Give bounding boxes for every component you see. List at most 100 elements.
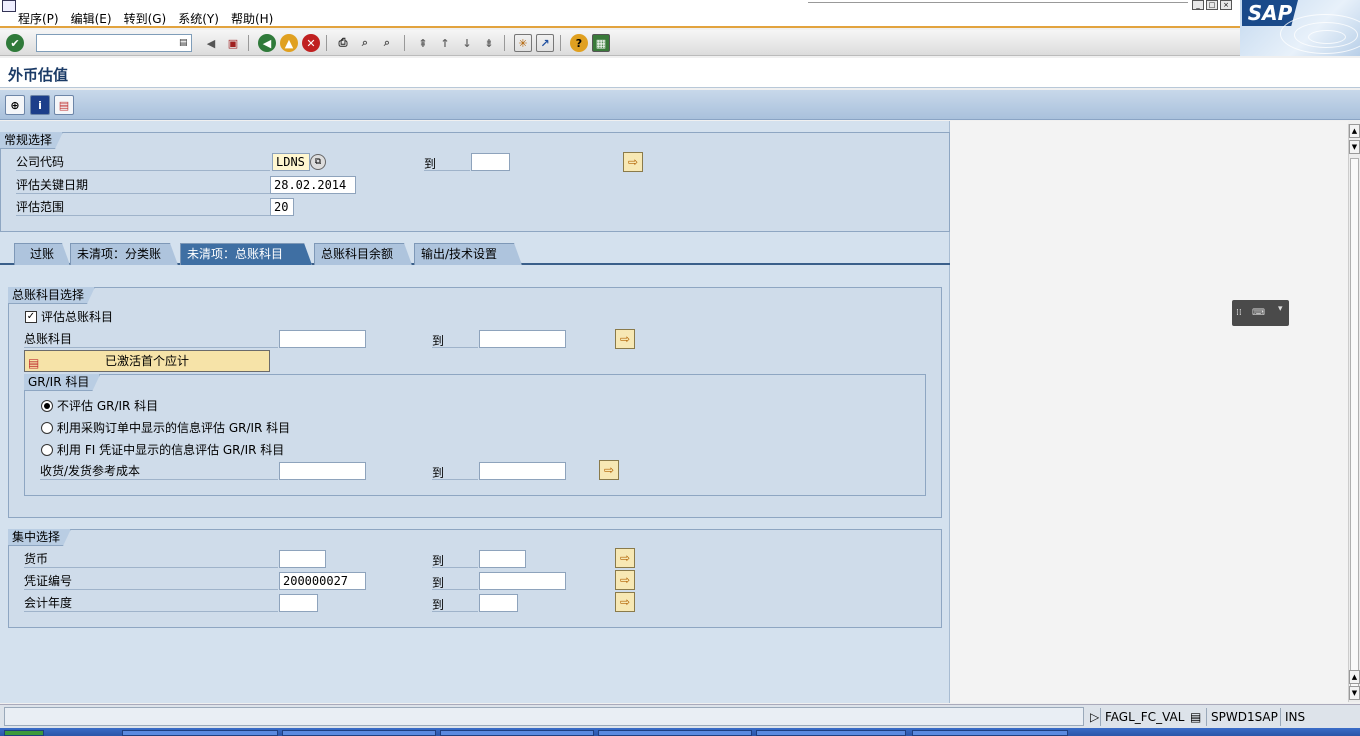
last-page-icon[interactable]: ⇟ xyxy=(480,34,498,52)
taskbar-item[interactable] xyxy=(282,730,436,736)
gl-account-to-field[interactable] xyxy=(479,330,566,348)
group-caption: 常规选择 xyxy=(0,132,63,149)
restore-icon[interactable]: □ xyxy=(1206,0,1218,10)
fiscal-year-label: 会计年度 xyxy=(24,594,278,612)
first-page-icon[interactable]: ⇞ xyxy=(414,34,432,52)
key-date-field[interactable]: 28.02.2014 xyxy=(270,176,356,194)
page-title: 外币估值 xyxy=(8,66,69,84)
document-number-label: 凭证编号 xyxy=(24,572,278,590)
prev-page-icon[interactable]: ↑ xyxy=(436,34,454,52)
menu-edit[interactable]: 编辑(E) xyxy=(71,10,112,27)
grir-option-label: 不评估 GR/IR 科目 xyxy=(57,399,159,413)
menu-bar: 程序(P) 编辑(E) 转到(G) 系统(Y) 帮助(H) _ □ × xyxy=(0,0,1360,28)
scroll-up-page-icon[interactable]: ▼ xyxy=(1349,140,1360,154)
scroll-down-icon[interactable]: ▼ xyxy=(1349,686,1360,700)
menu-help[interactable]: 帮助(H) xyxy=(231,10,273,27)
app-menu-icon[interactable] xyxy=(2,0,16,12)
currency-multisel-button[interactable]: ⇨ xyxy=(615,548,635,568)
group-caption: 总账科目选择 xyxy=(8,287,95,304)
grir-option-fi-radio[interactable] xyxy=(41,444,53,456)
grir-option-label: 利用采购订单中显示的信息评估 GR/IR 科目 xyxy=(57,421,291,435)
company-code-field[interactable]: LDNS xyxy=(272,153,310,171)
back-icon[interactable]: ◀ xyxy=(258,34,276,52)
document-number-field[interactable]: 200000027 xyxy=(279,572,366,590)
currency-to-field[interactable] xyxy=(479,550,526,568)
scroll-up-icon[interactable]: ▲ xyxy=(1349,124,1360,138)
variant-icon: ▤ xyxy=(28,356,40,370)
grir-option-label: 利用 FI 凭证中显示的信息评估 GR/IR 科目 xyxy=(57,443,285,457)
start-button[interactable] xyxy=(4,730,44,736)
find-icon[interactable]: ⌕ xyxy=(356,34,374,52)
standard-toolbar: ✔ ▤ ◀ ▣ ◀ ▲ ✕ ⎙ ⌕ ⌕ ⇞ ↑ ↓ ⇟ ✳ ↗ ? ▦ xyxy=(0,30,1240,56)
taskbar-item[interactable] xyxy=(440,730,594,736)
menu-program[interactable]: 程序(P) xyxy=(18,10,59,27)
command-field[interactable]: ▤ xyxy=(36,34,192,52)
cancel-icon[interactable]: ✕ xyxy=(302,34,320,52)
close-icon[interactable]: × xyxy=(1220,0,1232,10)
first-accrual-button[interactable]: ▤ 已激活首个应计 xyxy=(24,350,270,372)
fiscal-year-multisel-button[interactable]: ⇨ xyxy=(615,592,635,612)
chevron-down-icon[interactable]: ▾ xyxy=(1278,304,1283,314)
next-page-icon[interactable]: ↓ xyxy=(458,34,476,52)
print-icon[interactable]: ⎙ xyxy=(334,34,352,52)
to-label: 到 xyxy=(432,330,478,348)
menu: 程序(P) 编辑(E) 转到(G) 系统(Y) 帮助(H) xyxy=(18,10,273,27)
taskbar-item[interactable] xyxy=(122,730,278,736)
history-icon[interactable]: ▤ xyxy=(179,37,189,49)
to-label: 到 xyxy=(424,153,470,171)
tab-open-items-gl[interactable]: 未清项：总账科目 xyxy=(180,243,312,265)
grir-cost-field[interactable] xyxy=(279,462,366,480)
input-method-toolbar[interactable]: ⁞⁞ ⌨ ▾ xyxy=(1232,300,1289,326)
help-icon[interactable]: ? xyxy=(570,34,588,52)
evaluate-gl-checkbox[interactable]: ✓ xyxy=(25,311,37,323)
document-number-to-field[interactable] xyxy=(479,572,566,590)
grir-option-none-radio[interactable] xyxy=(41,400,53,412)
vertical-scrollbar[interactable]: ▲ ▼ ▲ ▼ xyxy=(1348,124,1360,702)
to-label: 到 xyxy=(432,572,478,590)
document-number-multisel-button[interactable]: ⇨ xyxy=(615,570,635,590)
taskbar-item[interactable] xyxy=(912,730,1068,736)
gl-account-field[interactable] xyxy=(279,330,366,348)
minimize-icon[interactable]: _ xyxy=(1192,0,1204,10)
tab-posting[interactable]: 过账 xyxy=(14,243,70,265)
execute-icon[interactable]: ⊕ xyxy=(5,95,25,115)
find-next-icon[interactable]: ⌕ xyxy=(378,34,396,52)
grir-cost-to-field[interactable] xyxy=(479,462,566,480)
menu-system[interactable]: 系统(Y) xyxy=(178,10,219,27)
status-menu-icon[interactable]: ▤ xyxy=(1186,708,1205,726)
tab-strip: 过账 未清项：分类账 未清项：总账科目 总账科目余额 输出/技术设置 xyxy=(0,241,950,265)
save-icon[interactable]: ▣ xyxy=(224,34,242,52)
back-arrow-icon[interactable]: ◀ xyxy=(202,34,220,52)
valuation-area-field[interactable]: 20 xyxy=(270,198,294,216)
shortcut-icon[interactable]: ↗ xyxy=(536,34,554,52)
menu-goto[interactable]: 转到(G) xyxy=(124,10,167,27)
tab-gl-balances[interactable]: 总账科目余额 xyxy=(314,243,412,265)
layout-menu-icon[interactable]: ▦ xyxy=(592,34,610,52)
os-taskbar xyxy=(0,728,1360,736)
grir-option-po-radio[interactable] xyxy=(41,422,53,434)
currency-field[interactable] xyxy=(279,550,326,568)
scroll-down-page-icon[interactable]: ▲ xyxy=(1349,670,1360,684)
multiple-selection-icon[interactable]: ⧉ xyxy=(310,154,326,170)
group-caption: GR/IR 科目 xyxy=(24,374,100,391)
taskbar-item[interactable] xyxy=(756,730,906,736)
first-accrual-label: 已激活首个应计 xyxy=(104,354,189,368)
new-session-icon[interactable]: ✳ xyxy=(514,34,532,52)
scroll-thumb[interactable] xyxy=(1350,158,1359,688)
info-icon[interactable]: i xyxy=(30,95,50,115)
enter-icon[interactable]: ✔ xyxy=(6,34,24,52)
keyboard-icon[interactable]: ⌨ xyxy=(1252,308,1265,318)
grir-cost-multisel-button[interactable]: ⇨ xyxy=(599,460,619,480)
insert-mode: INS xyxy=(1280,708,1309,726)
tab-open-items-subledger[interactable]: 未清项：分类账 xyxy=(70,243,178,265)
company-code-to-field[interactable] xyxy=(471,153,510,171)
gl-account-multisel-button[interactable]: ⇨ xyxy=(615,329,635,349)
exit-icon[interactable]: ▲ xyxy=(280,34,298,52)
taskbar-item[interactable] xyxy=(598,730,752,736)
company-code-multisel-button[interactable]: ⇨ xyxy=(623,152,643,172)
company-code-label: 公司代码 xyxy=(16,153,270,171)
fiscal-year-field[interactable] xyxy=(279,594,318,612)
variant-icon[interactable]: ▤ xyxy=(54,95,74,115)
fiscal-year-to-field[interactable] xyxy=(479,594,518,612)
tab-output-settings[interactable]: 输出/技术设置 xyxy=(414,243,522,265)
